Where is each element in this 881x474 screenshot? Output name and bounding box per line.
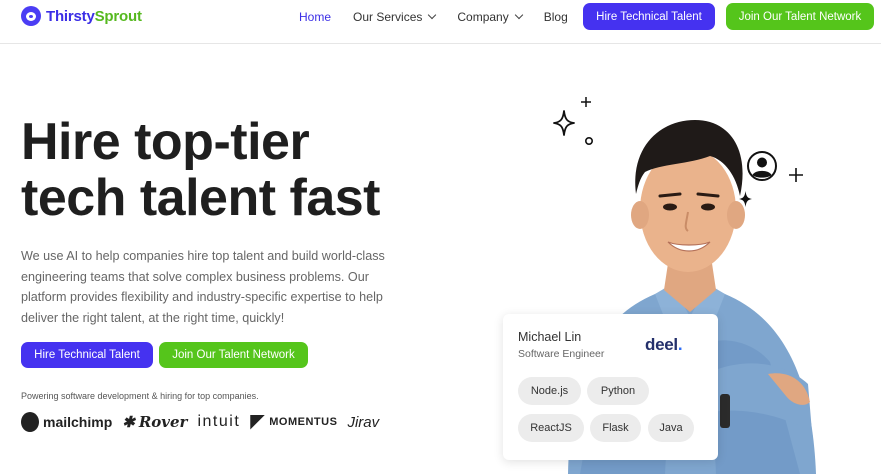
intuit-logo: intuit — [197, 413, 240, 431]
hero-description: We use AI to help companies hire top tal… — [21, 249, 385, 325]
nav-link-blog-label: Blog — [543, 10, 568, 24]
nav-link-blog[interactable]: Blog — [544, 10, 568, 24]
chevron-down-icon — [514, 10, 523, 20]
hero-title: Hire top-tier tech talent fast — [21, 114, 441, 226]
thirstysprout-logo-icon — [21, 6, 41, 26]
brand-name: ThirstySprout — [46, 8, 142, 25]
deel-logo-dot: . — [677, 335, 683, 354]
brand-name-part1: Thirsty — [46, 7, 95, 25]
brand-name-part2: Sprout — [94, 7, 142, 25]
nav-link-home-label: Home — [299, 10, 332, 24]
rover-logo-text: Rover — [138, 413, 188, 431]
hero-title-line1: Hire top-tier — [21, 113, 310, 171]
jirav-logo-text: Jirav — [347, 413, 380, 431]
brand-logo[interactable]: ThirstySprout — [21, 6, 142, 26]
hero-title-line2: tech talent fast — [21, 169, 380, 227]
engineer-role: Software Engineer — [518, 348, 605, 360]
nav-link-company[interactable]: Company — [457, 10, 523, 24]
mailchimp-logo: mailchimp — [21, 412, 112, 432]
engineer-name: Michael Lin — [518, 330, 582, 344]
paw-icon: ✱ — [122, 413, 135, 431]
deel-logo-text: deel — [645, 335, 678, 354]
momentus-logo-text: MOMENTUS — [269, 416, 338, 428]
plus-sparkle-icon — [581, 97, 591, 107]
mailchimp-logo-text: mailchimp — [43, 414, 113, 430]
client-logos: mailchimp ✱ Rover intuit MOMENTUS Jirav — [21, 412, 379, 432]
nav-link-company-label: Company — [457, 10, 509, 24]
skill-pill: Python — [587, 377, 649, 405]
hero-hire-technical-talent-button[interactable]: Hire Technical Talent — [21, 342, 153, 368]
nav-link-our-services-label: Our Services — [353, 10, 423, 24]
momentus-logo: MOMENTUS — [250, 414, 338, 430]
nav-link-home[interactable]: Home — [299, 10, 331, 24]
engineer-profile-card: Michael Lin Software Engineer deel. Node… — [503, 314, 718, 460]
nav-join-talent-network-button[interactable]: Join Our Talent Network — [726, 3, 874, 30]
chevron-down-icon — [428, 10, 437, 20]
deel-logo: deel. — [645, 335, 683, 355]
skill-pill: Java — [648, 414, 694, 442]
skill-pill: ReactJS — [518, 414, 584, 442]
trust-caption: Powering software development & hiring f… — [21, 391, 259, 401]
nav-links: Home Our Services Company Blog — [299, 10, 590, 24]
mailchimp-icon — [21, 412, 39, 432]
intuit-logo-text: intuit — [197, 413, 241, 430]
hero-join-talent-network-button[interactable]: Join Our Talent Network — [159, 342, 308, 368]
top-navbar: ThirstySprout Home Our Services Company … — [0, 0, 881, 44]
skill-pill: Node.js — [518, 377, 581, 405]
rover-logo: ✱ Rover — [122, 413, 187, 431]
jirav-logo: Jirav — [347, 414, 379, 431]
momentus-icon — [250, 414, 266, 430]
nav-hire-technical-talent-button[interactable]: Hire Technical Talent — [583, 3, 715, 30]
skill-pill: Flask — [590, 414, 641, 442]
nav-link-our-services[interactable]: Our Services — [353, 10, 437, 24]
